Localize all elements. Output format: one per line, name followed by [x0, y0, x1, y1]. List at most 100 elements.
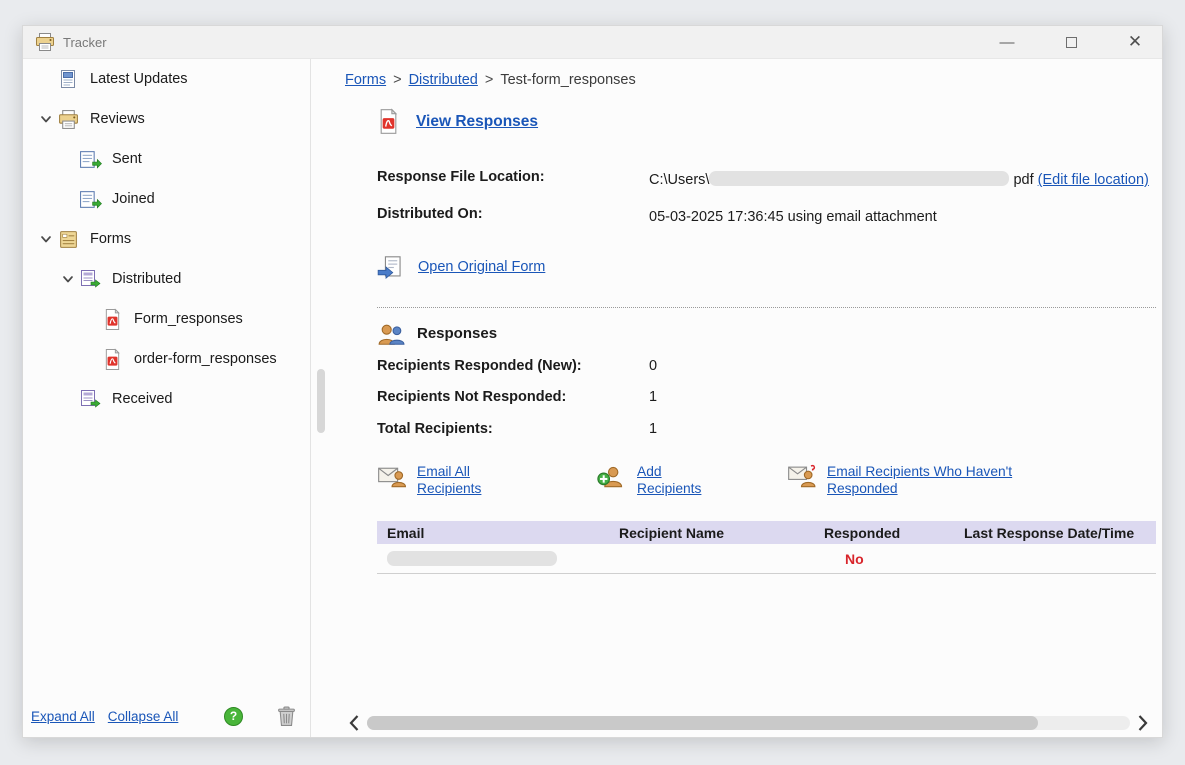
- breadcrumb-current: Test-form_responses: [500, 72, 635, 88]
- pdf-icon: [99, 348, 125, 371]
- sent-icon: [77, 149, 103, 170]
- add-recipients-link[interactable]: Add Recipients: [637, 463, 709, 497]
- sidebar-scrollbar: [311, 59, 331, 737]
- scroll-left-icon[interactable]: [347, 714, 361, 732]
- email-not-responded-link[interactable]: Email Recipients Who Haven't Responded: [827, 463, 1049, 497]
- sidebar-item-forms[interactable]: Forms: [23, 219, 310, 259]
- open-original-form-link[interactable]: Open Original Form: [418, 259, 545, 275]
- open-form-icon: [377, 255, 404, 280]
- title-bar: Tracker — ✕: [23, 26, 1162, 59]
- email-not-responded-action: Email Recipients Who Haven't Responded: [787, 463, 1049, 497]
- responses-table: Email Recipient Name Responded Last Resp…: [377, 521, 1156, 574]
- header-recipient-name: Recipient Name: [609, 525, 814, 541]
- main-panel: Forms > Distributed > Test-form_responses Vi…: [331, 59, 1162, 737]
- table-row[interactable]: No: [377, 544, 1156, 574]
- responses-section-title: Responses: [417, 325, 497, 342]
- scroll-right-icon[interactable]: [1136, 714, 1150, 732]
- sidebar-item-received[interactable]: Received: [23, 379, 310, 419]
- sidebar-item-order-form-responses[interactable]: order-form_responses: [23, 339, 310, 379]
- chevron-down-icon[interactable]: [37, 110, 55, 128]
- cell-email: [377, 551, 609, 567]
- responses-section-header: Responses: [377, 322, 1162, 346]
- tracker-app-icon: [35, 32, 55, 52]
- scrollbar-track[interactable]: [367, 716, 1130, 730]
- maximize-icon: [1066, 37, 1077, 48]
- email-all-recipients-action: Email All Recipients: [377, 463, 597, 497]
- view-responses-link[interactable]: View Responses: [416, 113, 538, 131]
- pdf-icon: [99, 308, 125, 331]
- edit-file-location-link[interactable]: (Edit file location): [1038, 172, 1149, 188]
- sidebar-item-sent[interactable]: Sent: [23, 139, 310, 179]
- distributed-on-label: Distributed On:: [377, 206, 649, 222]
- distributed-on-value: 05-03-2025 17:36:45 using email attachme…: [649, 206, 1154, 228]
- latest-updates-icon: [55, 69, 81, 89]
- tracker-window: Tracker — ✕ Latest Updates Reviews: [22, 25, 1163, 738]
- sidebar: Latest Updates Reviews Sent Joined: [23, 59, 311, 737]
- stat-not-responded: Recipients Not Responded: 1: [377, 389, 1162, 405]
- pdf-icon: [377, 108, 400, 135]
- trash-icon[interactable]: [277, 706, 296, 727]
- table-header-row: Email Recipient Name Responded Last Resp…: [377, 521, 1156, 544]
- view-responses-row: View Responses: [377, 108, 1162, 135]
- header-email: Email: [377, 525, 609, 541]
- responses-stats: Recipients Responded (New): 0 Recipients…: [377, 358, 1162, 437]
- sidebar-scrollbar-thumb[interactable]: [317, 369, 325, 433]
- sidebar-item-label: Joined: [112, 191, 155, 207]
- received-form-icon: [77, 389, 103, 409]
- open-original-form-row: Open Original Form: [377, 255, 1162, 280]
- breadcrumb-link-distributed[interactable]: Distributed: [409, 72, 478, 88]
- redacted-email: [387, 551, 557, 566]
- joined-icon: [77, 189, 103, 210]
- stat-value: 0: [649, 358, 657, 374]
- expand-all-link[interactable]: Expand All: [31, 709, 95, 724]
- breadcrumb-separator: >: [393, 72, 401, 88]
- sidebar-item-label: order-form_responses: [134, 351, 277, 367]
- sidebar-item-label: Form_responses: [134, 311, 243, 327]
- header-last-response: Last Response Date/Time: [954, 525, 1156, 541]
- response-file-path: C:\Users\ pdf (Edit file location): [649, 169, 1154, 191]
- sidebar-item-label: Latest Updates: [90, 71, 188, 87]
- header-responded: Responded: [814, 525, 954, 541]
- distributed-form-icon: [77, 269, 103, 289]
- sidebar-item-label: Sent: [112, 151, 142, 167]
- reviews-icon: [55, 109, 81, 130]
- add-recipients-action: Add Recipients: [597, 463, 787, 497]
- forms-icon: [55, 229, 81, 250]
- distributed-on-row: Distributed On: 05-03-2025 17:36:45 usin…: [377, 206, 1162, 228]
- response-file-location-label: Response File Location:: [377, 169, 649, 185]
- section-divider: [377, 307, 1156, 308]
- breadcrumb: Forms > Distributed > Test-form_responses: [345, 72, 1162, 88]
- mail-person-icon: [377, 463, 406, 488]
- window-title: Tracker: [63, 35, 107, 50]
- minimize-button[interactable]: —: [998, 33, 1016, 51]
- chevron-down-icon[interactable]: [37, 230, 55, 248]
- sidebar-item-label: Reviews: [90, 111, 145, 127]
- scrollbar-thumb[interactable]: [367, 716, 1038, 730]
- sidebar-item-joined[interactable]: Joined: [23, 179, 310, 219]
- collapse-all-link[interactable]: Collapse All: [108, 709, 179, 724]
- add-person-icon: [597, 463, 626, 488]
- breadcrumb-link-forms[interactable]: Forms: [345, 72, 386, 88]
- sidebar-footer: Expand All Collapse All ?: [23, 695, 310, 737]
- stat-value: 1: [649, 421, 657, 437]
- sidebar-item-label: Distributed: [112, 271, 181, 287]
- breadcrumb-separator: >: [485, 72, 493, 88]
- redacted-file-path: [709, 171, 1009, 186]
- tracker-tree: Latest Updates Reviews Sent Joined: [23, 59, 310, 695]
- sidebar-item-label: Forms: [90, 231, 131, 247]
- help-icon[interactable]: ?: [224, 707, 243, 726]
- horizontal-scrollbar: [347, 714, 1150, 732]
- email-all-recipients-link[interactable]: Email All Recipients: [417, 463, 497, 497]
- people-icon: [377, 322, 405, 346]
- chevron-down-icon[interactable]: [59, 270, 77, 288]
- sidebar-item-reviews[interactable]: Reviews: [23, 99, 310, 139]
- sidebar-item-distributed[interactable]: Distributed: [23, 259, 310, 299]
- maximize-button[interactable]: [1062, 33, 1080, 51]
- stat-value: 1: [649, 389, 657, 405]
- sidebar-item-latest-updates[interactable]: Latest Updates: [23, 59, 310, 99]
- recipient-actions: Email All Recipients Add Recipients Emai…: [377, 463, 1156, 497]
- stat-total-recipients: Total Recipients: 1: [377, 421, 1162, 437]
- sidebar-item-form-responses[interactable]: Form_responses: [23, 299, 310, 339]
- sidebar-item-label: Received: [112, 391, 172, 407]
- close-button[interactable]: ✕: [1126, 33, 1144, 51]
